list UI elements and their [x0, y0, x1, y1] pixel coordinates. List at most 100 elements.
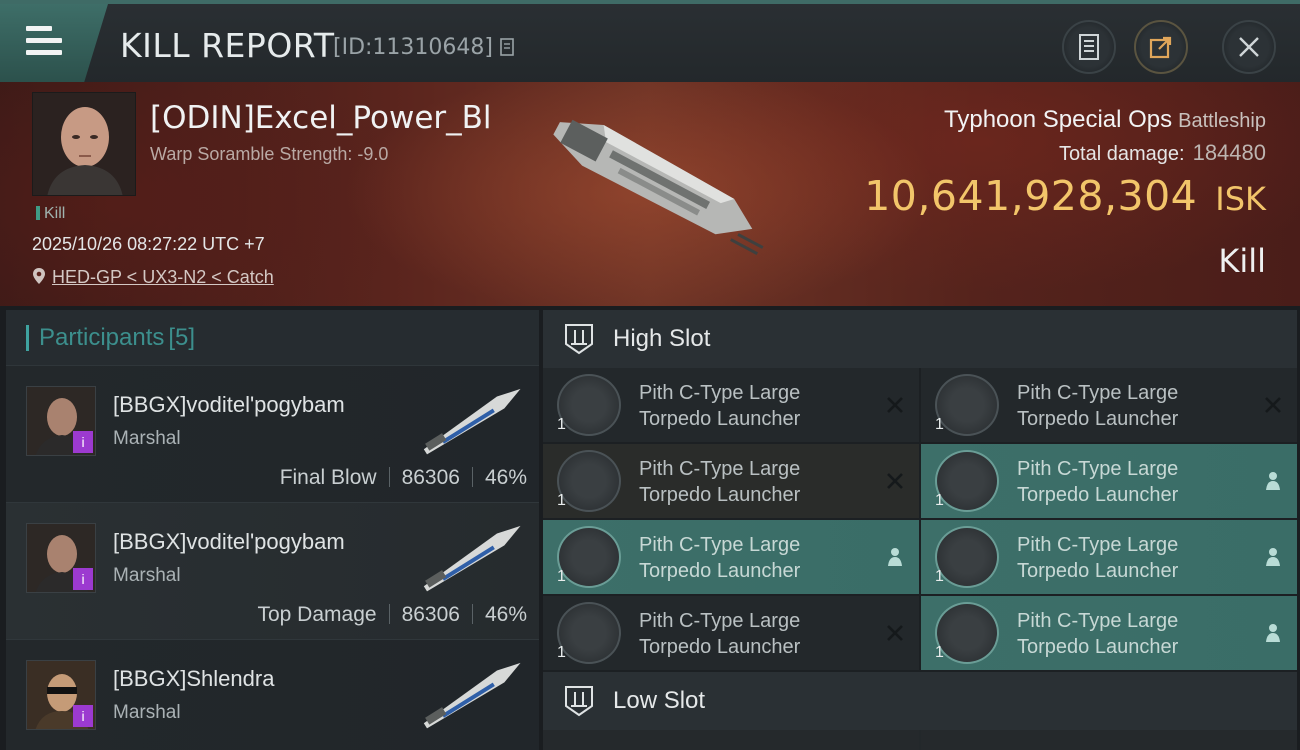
participants-header: Participants [5] [6, 310, 539, 366]
module-item[interactable]: 1 Pith C-Type Large Torpedo Launcher [543, 596, 919, 670]
kill-id: [ID:11310648] [333, 35, 493, 60]
warp-scramble-strength: Warp Soramble Strength: -9.0 [150, 144, 389, 164]
torpedo-launcher-icon [557, 602, 621, 664]
participant-ship-image[interactable] [406, 380, 536, 462]
participant-ship-image[interactable] [406, 654, 536, 736]
corp-badge: i [73, 705, 93, 727]
item-name: Pith C-Type Large Torpedo Launcher [1017, 382, 1179, 430]
high-slot-icon [565, 324, 593, 355]
stat-label: Top Damage [257, 603, 377, 626]
corp-badge: i [73, 431, 93, 453]
ship-name[interactable]: Typhoon Special Ops [944, 106, 1172, 133]
copy-icon[interactable] [500, 38, 516, 58]
participant-stats: Top Damage 86306 46% [257, 603, 527, 627]
item-quantity: 1 [935, 568, 944, 585]
ship-class: Battleship [1178, 110, 1266, 132]
destroyed-icon [887, 625, 903, 641]
participant-role: Marshal [113, 428, 181, 449]
torpedo-launcher-icon [935, 602, 999, 664]
low-slot-header: Low Slot [543, 672, 1297, 730]
report-button[interactable] [1062, 20, 1116, 74]
item-name: Pith C-Type Large Torpedo Launcher [1017, 534, 1179, 582]
destroyed-icon [887, 473, 903, 489]
close-button[interactable] [1222, 20, 1276, 74]
participant-avatar[interactable]: i [26, 523, 96, 593]
total-damage-label: Total damage: [1058, 143, 1185, 165]
torpedo-launcher-icon [557, 374, 621, 436]
participant-name[interactable]: [BBGX]Shlendra [113, 666, 274, 692]
participant-name[interactable]: [BBGX]voditel'pogybam [113, 392, 345, 418]
module-item[interactable]: 1 Pith C-Type Large Torpedo Launcher [921, 596, 1297, 670]
isk-value-line: 10,641,928,304 ISK [864, 172, 1266, 220]
module-item[interactable]: 1 Pith C-Type Large Torpedo Launcher [543, 444, 919, 518]
module-item[interactable]: 1 Pith C-Type Large Torpedo Launcher [921, 444, 1297, 518]
isk-unit: ISK [1215, 180, 1266, 218]
participant-role: Marshal [113, 702, 181, 723]
menu-button[interactable] [0, 4, 108, 82]
item-name: Pith C-Type Large Torpedo Launcher [639, 458, 801, 506]
participant-row[interactable]: i [BBGX]Shlendra Marshal [6, 640, 539, 750]
item-name: Pith C-Type Large Torpedo Launcher [639, 534, 801, 582]
participant-avatar[interactable]: i [26, 386, 96, 456]
dropped-icon [888, 548, 902, 566]
participant-stats: Final Blow 86306 46% [280, 466, 527, 490]
kill-tag: Kill [36, 205, 65, 223]
location-link[interactable]: HED-GP < UX3-N2 < Catch [32, 267, 274, 288]
high-slot-title: High Slot [613, 325, 711, 352]
destroyed-icon [1265, 397, 1281, 413]
low-slot-icon [565, 686, 593, 717]
item-quantity: 1 [557, 644, 566, 661]
damage-value: 86306 [401, 466, 460, 489]
item-quantity: 1 [557, 492, 566, 509]
item-quantity: 1 [935, 416, 944, 433]
item-quantity: 1 [935, 644, 944, 661]
torpedo-launcher-icon [935, 374, 999, 436]
module-item[interactable]: 1 Pith C-Type Large Torpedo Launcher [921, 368, 1297, 442]
victim-ship-image[interactable] [520, 102, 780, 272]
high-slot-header: High Slot [543, 310, 1297, 368]
damage-value: 86306 [401, 603, 460, 626]
participant-name[interactable]: [BBGX]voditel'pogybam [113, 529, 345, 555]
participants-panel: Participants [5] i [BBGX]voditel'pogybam… [6, 310, 539, 750]
participant-avatar[interactable]: i [26, 660, 96, 730]
share-icon [1149, 36, 1172, 59]
share-button[interactable] [1134, 20, 1188, 74]
damage-percent: 46% [484, 466, 527, 489]
total-damage: Total damage: 184480 [1059, 140, 1266, 166]
avatar-image [33, 93, 135, 195]
module-item[interactable] [543, 730, 919, 750]
torpedo-launcher-icon [935, 450, 999, 512]
torpedo-launcher-icon [935, 526, 999, 588]
victim-banner: [ODIN]Excel_Power_Bl Warp Soramble Stren… [0, 82, 1300, 306]
stat-label: Final Blow [279, 466, 377, 489]
ship-type: Typhoon Special Ops Battleship [944, 106, 1266, 134]
isk-value: 10,641,928,304 [864, 172, 1198, 220]
item-quantity: 1 [557, 568, 566, 585]
damage-percent: 46% [484, 603, 527, 626]
item-name: Pith C-Type Large Torpedo Launcher [639, 382, 801, 430]
high-slot-grid: 1 Pith C-Type Large Torpedo Launcher 1 Pi… [543, 368, 1297, 670]
torpedo-launcher-icon [557, 450, 621, 512]
dropped-icon [1266, 548, 1280, 566]
victim-name[interactable]: [ODIN]Excel_Power_Bl [150, 100, 492, 136]
participants-count: [5] [168, 323, 196, 351]
module-item[interactable]: 1 Pith C-Type Large Torpedo Launcher [543, 520, 919, 594]
participants-list: i [BBGX]voditel'pogybam Marshal Final Bl… [6, 366, 539, 750]
dropped-icon [1266, 472, 1280, 490]
total-damage-value: 184480 [1192, 140, 1266, 165]
participant-row[interactable]: i [BBGX]voditel'pogybam Marshal Final Bl… [6, 366, 539, 503]
location-pin-icon [33, 268, 45, 284]
kill-datetime: 2025/10/26 08:27:22 UTC +7 [32, 234, 265, 254]
module-item[interactable]: 1 Pith C-Type Large Torpedo Launcher [543, 368, 919, 442]
item-quantity: 1 [935, 492, 944, 509]
dropped-icon [1266, 624, 1280, 642]
item-quantity: 1 [557, 416, 566, 433]
module-item[interactable]: 1 Pith C-Type Large Torpedo Launcher [921, 520, 1297, 594]
item-name: Pith C-Type Large Torpedo Launcher [1017, 458, 1179, 506]
module-item[interactable] [921, 730, 1297, 750]
victim-avatar[interactable] [32, 92, 136, 196]
participant-row[interactable]: i [BBGX]voditel'pogybam Marshal Top Dama… [6, 503, 539, 640]
participant-ship-image[interactable] [406, 517, 536, 599]
location-text: HED-GP < UX3-N2 < Catch [52, 267, 274, 287]
torpedo-launcher-icon [557, 526, 621, 588]
